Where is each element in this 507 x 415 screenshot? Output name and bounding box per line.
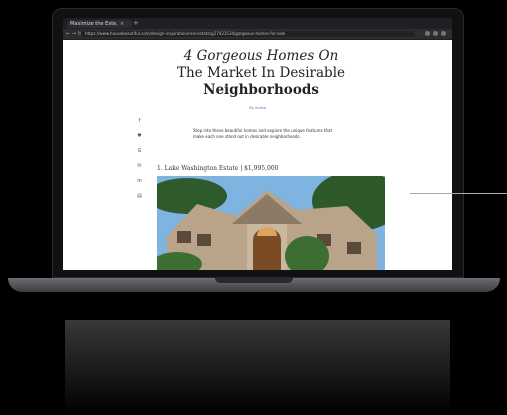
laptop-screen: Maximize the Exte... × + ← → ↻ https://w… — [63, 18, 452, 270]
screen-reflection — [65, 320, 450, 415]
article-page: 4 Gorgeous Homes On The Market In Desira… — [63, 40, 452, 270]
google-icon[interactable]: G — [138, 148, 142, 154]
extensions — [425, 31, 446, 36]
house-photo — [157, 176, 385, 270]
navigation-icons[interactable]: ← → ↻ — [66, 31, 82, 37]
house-photo-image — [157, 176, 385, 270]
address-bar: ← → ↻ https://www.housebeautiful.com/des… — [63, 29, 452, 39]
browser-tab[interactable]: Maximize the Exte... × — [67, 20, 132, 28]
more-icon[interactable]: ▤ — [137, 193, 142, 199]
extension-icon[interactable] — [425, 31, 430, 36]
headline-line: Neighborhoods — [203, 82, 319, 98]
reflection-gradient — [65, 320, 450, 415]
headline-line: The Market In Desirable — [176, 65, 346, 81]
laptop-scene: Maximize the Exte... × + ← → ↻ https://w… — [0, 0, 507, 415]
headline-line: 4 Gorgeous Homes On — [183, 48, 339, 64]
share-bar: f ♥ G ✉ in ▤ — [133, 118, 146, 199]
profile-icon[interactable] — [441, 31, 446, 36]
linkedin-icon[interactable]: in — [137, 178, 142, 184]
facebook-icon[interactable]: f — [139, 118, 141, 124]
email-icon[interactable]: ✉ — [137, 163, 141, 169]
pinterest-icon[interactable]: ♥ — [137, 133, 141, 139]
url-input[interactable]: https://www.housebeautiful.com/design-in… — [81, 31, 415, 37]
tab-bar: Maximize the Exte... × + — [63, 18, 452, 28]
laptop-notch — [215, 278, 293, 283]
extension-icon[interactable] — [433, 31, 438, 36]
article-headline: 4 Gorgeous Homes On The Market In Desira… — [161, 48, 361, 99]
section-title: 1. Lake Washington Estate | $1,995,000 — [157, 165, 279, 172]
new-tab-button[interactable]: + — [133, 19, 139, 27]
author-link[interactable]: By Author — [233, 106, 283, 110]
close-icon[interactable]: × — [120, 21, 124, 27]
callout-line — [410, 193, 507, 194]
tab-title: Maximize the Exte... — [70, 21, 118, 27]
article-intro: Step into these beautiful homes and expl… — [193, 128, 333, 139]
browser-chrome: Maximize the Exte... × + ← → ↻ https://w… — [63, 18, 452, 40]
